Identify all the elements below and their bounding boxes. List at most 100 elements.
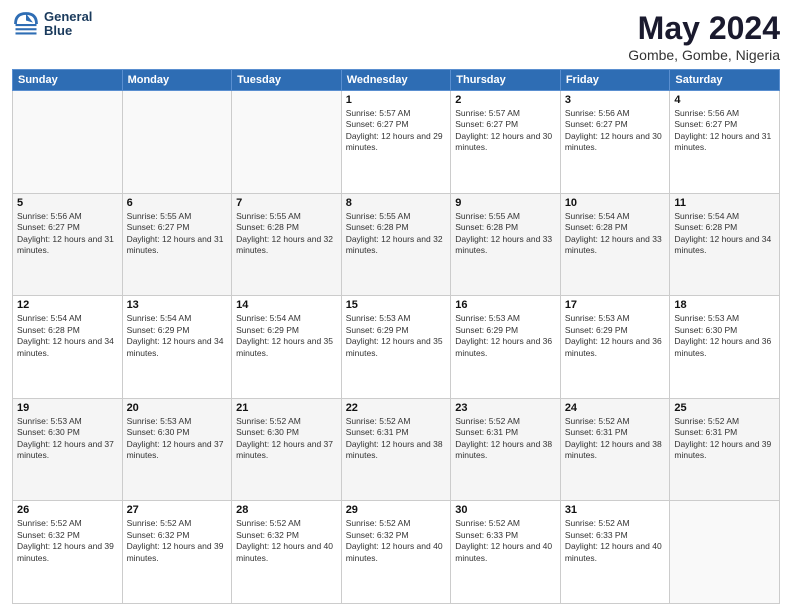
day-number: 28 — [236, 504, 337, 516]
cell-info: Sunrise: 5:53 AMSunset: 6:29 PMDaylight:… — [346, 313, 447, 359]
day-number: 16 — [455, 299, 556, 311]
day-number: 14 — [236, 299, 337, 311]
header: General Blue May 2024 Gombe, Gombe, Nige… — [12, 10, 780, 63]
calendar-cell: 20 Sunrise: 5:53 AMSunset: 6:30 PMDayligh… — [122, 398, 232, 501]
page-subtitle: Gombe, Gombe, Nigeria — [628, 47, 780, 63]
cell-info: Sunrise: 5:52 AMSunset: 6:32 PMDaylight:… — [127, 518, 228, 564]
cell-info: Sunrise: 5:52 AMSunset: 6:31 PMDaylight:… — [565, 416, 666, 462]
calendar-cell: 16 Sunrise: 5:53 AMSunset: 6:29 PMDayligh… — [451, 296, 561, 399]
calendar-cell: 19 Sunrise: 5:53 AMSunset: 6:30 PMDayligh… — [13, 398, 123, 501]
calendar-cell — [122, 91, 232, 194]
calendar-cell — [670, 501, 780, 604]
calendar-cell: 1 Sunrise: 5:57 AMSunset: 6:27 PMDaylight… — [341, 91, 451, 194]
day-number: 3 — [565, 94, 666, 106]
calendar-cell: 21 Sunrise: 5:52 AMSunset: 6:30 PMDayligh… — [232, 398, 342, 501]
calendar-cell: 29Sunrise: 5:52 AMSunset: 6:32 PMDayligh… — [341, 501, 451, 604]
cell-info: Sunrise: 5:53 AMSunset: 6:29 PMDaylight:… — [565, 313, 666, 359]
cell-info: Sunrise: 5:55 AMSunset: 6:28 PMDaylight:… — [236, 211, 337, 257]
day-number: 31 — [565, 504, 666, 516]
calendar-week-4: 19 Sunrise: 5:53 AMSunset: 6:30 PMDayligh… — [13, 398, 780, 501]
calendar-cell: 17Sunrise: 5:53 AMSunset: 6:29 PMDayligh… — [560, 296, 670, 399]
cell-info: Sunrise: 5:54 AMSunset: 6:28 PMDaylight:… — [674, 211, 775, 257]
day-number: 26 — [17, 504, 118, 516]
day-number: 1 — [346, 94, 447, 106]
cell-info: Sunrise: 5:55 AMSunset: 6:28 PMDaylight:… — [455, 211, 556, 257]
day-number: 12 — [17, 299, 118, 311]
page: General Blue May 2024 Gombe, Gombe, Nige… — [0, 0, 792, 612]
day-header-thursday: Thursday — [451, 70, 561, 91]
day-number: 19 — [17, 402, 118, 414]
cell-info: Sunrise: 5:52 AMSunset: 6:32 PMDaylight:… — [17, 518, 118, 564]
calendar-cell: 27 Sunrise: 5:52 AMSunset: 6:32 PMDayligh… — [122, 501, 232, 604]
calendar-week-2: 5Sunrise: 5:56 AMSunset: 6:27 PMDaylight… — [13, 193, 780, 296]
logo-text: General Blue — [44, 10, 92, 39]
day-header-friday: Friday — [560, 70, 670, 91]
calendar-cell: 8 Sunrise: 5:55 AMSunset: 6:28 PMDaylight… — [341, 193, 451, 296]
day-number: 27 — [127, 504, 228, 516]
day-number: 8 — [346, 197, 447, 209]
calendar-cell: 15 Sunrise: 5:53 AMSunset: 6:29 PMDayligh… — [341, 296, 451, 399]
cell-info: Sunrise: 5:52 AMSunset: 6:31 PMDaylight:… — [674, 416, 775, 462]
calendar-cell: 7 Sunrise: 5:55 AMSunset: 6:28 PMDaylight… — [232, 193, 342, 296]
calendar-cell: 6 Sunrise: 5:55 AMSunset: 6:27 PMDaylight… — [122, 193, 232, 296]
calendar-table: SundayMondayTuesdayWednesdayThursdayFrid… — [12, 69, 780, 604]
day-number: 21 — [236, 402, 337, 414]
day-number: 23 — [455, 402, 556, 414]
cell-info: Sunrise: 5:52 AMSunset: 6:33 PMDaylight:… — [455, 518, 556, 564]
day-number: 18 — [674, 299, 775, 311]
cell-info: Sunrise: 5:55 AMSunset: 6:28 PMDaylight:… — [346, 211, 447, 257]
cell-info: Sunrise: 5:53 AMSunset: 6:29 PMDaylight:… — [455, 313, 556, 359]
calendar-cell: 2Sunrise: 5:57 AMSunset: 6:27 PMDaylight… — [451, 91, 561, 194]
day-number: 30 — [455, 504, 556, 516]
calendar-header-row: SundayMondayTuesdayWednesdayThursdayFrid… — [13, 70, 780, 91]
day-number: 7 — [236, 197, 337, 209]
day-number: 13 — [127, 299, 228, 311]
calendar-cell: 11Sunrise: 5:54 AMSunset: 6:28 PMDayligh… — [670, 193, 780, 296]
day-number: 29 — [346, 504, 447, 516]
cell-info: Sunrise: 5:55 AMSunset: 6:27 PMDaylight:… — [127, 211, 228, 257]
calendar-cell: 4Sunrise: 5:56 AMSunset: 6:27 PMDaylight… — [670, 91, 780, 194]
day-header-monday: Monday — [122, 70, 232, 91]
calendar-cell: 24Sunrise: 5:52 AMSunset: 6:31 PMDayligh… — [560, 398, 670, 501]
calendar-cell: 26 Sunrise: 5:52 AMSunset: 6:32 PMDayligh… — [13, 501, 123, 604]
day-number: 20 — [127, 402, 228, 414]
day-header-sunday: Sunday — [13, 70, 123, 91]
day-number: 25 — [674, 402, 775, 414]
cell-info: Sunrise: 5:52 AMSunset: 6:30 PMDaylight:… — [236, 416, 337, 462]
day-header-wednesday: Wednesday — [341, 70, 451, 91]
calendar-cell: 30 Sunrise: 5:52 AMSunset: 6:33 PMDayligh… — [451, 501, 561, 604]
calendar-cell — [232, 91, 342, 194]
cell-info: Sunrise: 5:52 AMSunset: 6:33 PMDaylight:… — [565, 518, 666, 564]
logo-line2: Blue — [44, 24, 92, 38]
title-block: May 2024 Gombe, Gombe, Nigeria — [628, 10, 780, 63]
calendar-cell: 18 Sunrise: 5:53 AMSunset: 6:30 PMDayligh… — [670, 296, 780, 399]
day-number: 6 — [127, 197, 228, 209]
day-number: 15 — [346, 299, 447, 311]
calendar-cell: 22Sunrise: 5:52 AMSunset: 6:31 PMDayligh… — [341, 398, 451, 501]
cell-info: Sunrise: 5:57 AMSunset: 6:27 PMDaylight:… — [346, 108, 447, 154]
cell-info: Sunrise: 5:52 AMSunset: 6:31 PMDaylight:… — [455, 416, 556, 462]
day-header-saturday: Saturday — [670, 70, 780, 91]
calendar-cell: 12 Sunrise: 5:54 AMSunset: 6:28 PMDayligh… — [13, 296, 123, 399]
cell-info: Sunrise: 5:56 AMSunset: 6:27 PMDaylight:… — [674, 108, 775, 154]
cell-info: Sunrise: 5:53 AMSunset: 6:30 PMDaylight:… — [127, 416, 228, 462]
day-number: 9 — [455, 197, 556, 209]
day-header-tuesday: Tuesday — [232, 70, 342, 91]
cell-info: Sunrise: 5:53 AMSunset: 6:30 PMDaylight:… — [674, 313, 775, 359]
calendar-cell: 13Sunrise: 5:54 AMSunset: 6:29 PMDayligh… — [122, 296, 232, 399]
calendar-cell: 23 Sunrise: 5:52 AMSunset: 6:31 PMDayligh… — [451, 398, 561, 501]
cell-info: Sunrise: 5:54 AMSunset: 6:28 PMDaylight:… — [17, 313, 118, 359]
calendar-cell: 3Sunrise: 5:56 AMSunset: 6:27 PMDaylight… — [560, 91, 670, 194]
cell-info: Sunrise: 5:54 AMSunset: 6:29 PMDaylight:… — [236, 313, 337, 359]
calendar-cell: 31 Sunrise: 5:52 AMSunset: 6:33 PMDayligh… — [560, 501, 670, 604]
calendar-cell — [13, 91, 123, 194]
day-number: 2 — [455, 94, 556, 106]
cell-info: Sunrise: 5:54 AMSunset: 6:28 PMDaylight:… — [565, 211, 666, 257]
cell-info: Sunrise: 5:52 AMSunset: 6:31 PMDaylight:… — [346, 416, 447, 462]
page-title: May 2024 — [628, 10, 780, 47]
cell-info: Sunrise: 5:53 AMSunset: 6:30 PMDaylight:… — [17, 416, 118, 462]
cell-info: Sunrise: 5:56 AMSunset: 6:27 PMDaylight:… — [17, 211, 118, 257]
calendar-cell: 9 Sunrise: 5:55 AMSunset: 6:28 PMDaylight… — [451, 193, 561, 296]
logo-icon — [12, 10, 40, 38]
calendar-week-1: 1 Sunrise: 5:57 AMSunset: 6:27 PMDaylight… — [13, 91, 780, 194]
